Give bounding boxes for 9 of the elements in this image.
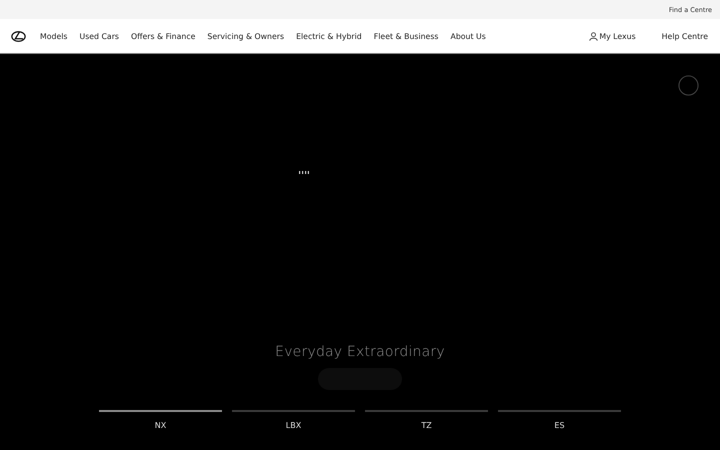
circle-button-icon[interactable] (678, 75, 699, 96)
model-tab[interactable]: TZ (365, 410, 488, 430)
hero-headline: Everyday Extraordinary (275, 344, 445, 360)
model-tab[interactable]: LBX (232, 410, 355, 430)
model-tab[interactable]: NX (99, 410, 222, 430)
loading-icon (299, 171, 309, 174)
person-icon (589, 32, 598, 40)
logo-icon[interactable] (11, 30, 26, 42)
model-tab[interactable]: ES (498, 410, 621, 430)
